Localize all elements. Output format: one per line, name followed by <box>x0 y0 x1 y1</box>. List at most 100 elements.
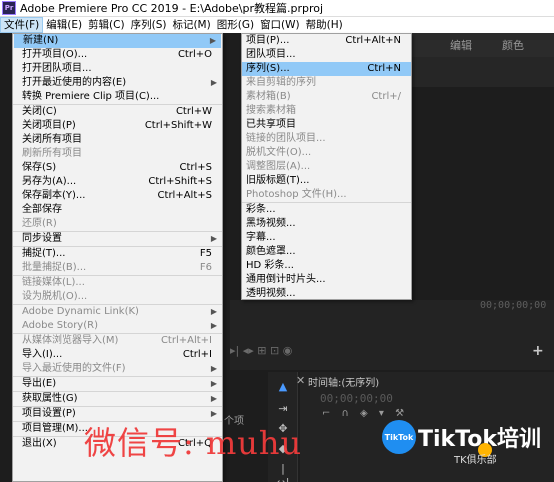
menu-item: 还原(R) <box>13 217 222 231</box>
menu-item[interactable]: 导入(I)... Ctrl+I <box>13 348 222 362</box>
track-select-tool-icon[interactable]: ⇥ <box>276 402 290 416</box>
submenu-arrow-icon: ▶ <box>210 394 217 403</box>
selection-tool-icon[interactable]: ▲ <box>276 380 290 394</box>
menu-4[interactable]: 标记(M) <box>169 17 213 33</box>
menu-item[interactable]: 序列(S)... Ctrl+N <box>242 62 411 76</box>
menu-item-label: 旧版标题(T)... <box>246 175 310 186</box>
menu-0[interactable]: 文件(F) <box>0 17 44 33</box>
file-menu: 新建(N) ▶ 打开项目(O)... Ctrl+O 打开团队项目... 打开最近使用的内容… <box>12 33 223 482</box>
menu-item[interactable]: 保存(S) Ctrl+S <box>13 161 222 175</box>
menu-item-label: Adobe Dynamic Link(K) <box>22 306 139 317</box>
transport-controls[interactable]: ▸| ◂▸ ⊞ ⊡ ◉ <box>230 344 292 357</box>
menu-item[interactable]: 已共享项目 <box>242 118 411 132</box>
submenu-arrow-icon: ▶ <box>210 234 217 243</box>
menu-item-shortcut: F6 <box>199 262 212 273</box>
menu-item-label: 已共享项目 <box>246 119 296 130</box>
menu-item: 脱机文件(O)... <box>242 146 411 160</box>
menu-item[interactable]: 同步设置 ▶ <box>13 232 222 246</box>
menu-item[interactable]: 导出(E) ▶ <box>13 377 222 391</box>
submenu-arrow-icon: ▶ <box>210 78 217 87</box>
menu-item-label: 项目管理(M)... <box>22 423 88 434</box>
menu-item[interactable]: 另存为(A)... Ctrl+Shift+S <box>13 175 222 189</box>
menu-item: 设为脱机(O)... <box>13 290 222 304</box>
menu-item-label: 同步设置 <box>22 233 62 244</box>
menu-5[interactable]: 图形(G) <box>214 17 257 33</box>
menu-item-shortcut: Ctrl+N <box>367 63 401 74</box>
submenu-arrow-icon: ▶ <box>209 36 216 45</box>
menu-item[interactable]: 转换 Premiere Clip 项目(C)... <box>13 90 222 104</box>
menu-item-shortcut: Ctrl+/ <box>371 91 401 102</box>
timeline-timecode[interactable]: 00;00;00;00 <box>320 392 393 405</box>
menu-item-shortcut: Ctrl+W <box>175 106 212 117</box>
menu-item-label: 保存副本(Y)... <box>22 190 86 201</box>
menu-item[interactable]: 透明视频... <box>242 287 411 301</box>
menu-item-label: HD 彩条... <box>246 260 294 271</box>
menu-item[interactable]: 彩条... <box>242 203 411 217</box>
menu-item-shortcut: Ctrl+I <box>182 349 212 360</box>
menu-item-label: 序列(S)... <box>246 63 290 74</box>
menu-item[interactable]: 打开团队项目... <box>13 62 222 76</box>
menu-1[interactable]: 编辑(E) <box>43 17 85 33</box>
menu-item-shortcut: Ctrl+O <box>177 49 212 60</box>
menu-2[interactable]: 剪辑(C) <box>85 17 128 33</box>
submenu-arrow-icon: ▶ <box>210 379 217 388</box>
menu-item[interactable]: 旧版标题(T)... <box>242 174 411 188</box>
menu-7[interactable]: 帮助(H) <box>303 17 346 33</box>
menu-item[interactable]: 关闭(C) Ctrl+W <box>13 105 222 119</box>
menu-item[interactable]: 新建(N) ▶ <box>14 34 221 48</box>
close-icon[interactable]: ✕ <box>296 374 305 387</box>
menu-item-label: 设为脱机(O)... <box>22 291 88 302</box>
menu-item-label: 全部保存 <box>22 204 62 215</box>
window-title: Adobe Premiere Pro CC 2019 - E:\Adobe\pr… <box>20 2 324 15</box>
menu-item[interactable]: 保存副本(Y)... Ctrl+Alt+S <box>13 189 222 203</box>
menu-item[interactable]: 项目(P)... Ctrl+Alt+N <box>242 34 411 48</box>
menu-item-label: 捕捉(T)... <box>22 248 66 259</box>
menu-item[interactable]: 字幕... <box>242 231 411 245</box>
menu-item[interactable]: 黑场视频... <box>242 217 411 231</box>
menu-item[interactable]: 团队项目... <box>242 48 411 62</box>
menu-item[interactable]: 打开项目(O)... Ctrl+O <box>13 48 222 62</box>
menu-item: 调整图层(A)... <box>242 160 411 174</box>
menu-item-label: 导入(I)... <box>22 349 63 360</box>
menu-item[interactable]: 捕捉(T)... F5 <box>13 247 222 261</box>
menu-item-label: 关闭项目(P) <box>22 120 76 131</box>
menu-item-label: 链接的团队项目... <box>246 133 326 144</box>
menu-item-label: 搜索素材箱 <box>246 105 296 116</box>
menu-item-label: 链接媒体(L)... <box>22 277 85 288</box>
menu-item-label: 保存(S) <box>22 162 57 173</box>
menu-item: Adobe Dynamic Link(K) ▶ <box>13 305 222 319</box>
program-monitor-lower: 00;00;00;00 ▸| ◂▸ ⊞ ⊡ ◉ <box>230 300 554 370</box>
menu-item-label: 批量捕捉(B)... <box>22 262 87 273</box>
menu-item-label: 新建(N) <box>23 35 59 46</box>
tab-editing[interactable]: 编辑 <box>450 37 472 53</box>
menu-item[interactable]: HD 彩条... <box>242 259 411 273</box>
menu-item[interactable]: 关闭所有项目 <box>13 133 222 147</box>
menu-item: 从媒体浏览器导入(M) Ctrl+Alt+I <box>13 334 222 348</box>
timeline-tool-icons[interactable]: ⌐ ∩ ◈ ▾ ⚒ <box>322 408 408 419</box>
menu-item: 链接的团队项目... <box>242 132 411 146</box>
menu-bar: 文件(F) 编辑(E) 剪辑(C) 序列(S) 标记(M) 图形(G) 窗口(W) 帮助(H) <box>0 17 554 33</box>
menu-item-shortcut: F5 <box>199 248 212 259</box>
menu-item[interactable]: 颜色遮罩... <box>242 245 411 259</box>
menu-item-shortcut: Ctrl+Alt+I <box>160 335 212 346</box>
menu-item-label: 还原(R) <box>22 218 57 229</box>
menu-item[interactable]: 获取属性(G) ▶ <box>13 392 222 406</box>
menu-item-shortcut: Ctrl+Alt+N <box>345 35 401 46</box>
menu-item[interactable]: 打开最近使用的内容(E) ▶ <box>13 76 222 90</box>
tab-color[interactable]: 颜色 <box>502 37 524 53</box>
program-monitor <box>412 57 554 87</box>
menu-item-label: 打开项目(O)... <box>22 49 88 60</box>
menu-item[interactable]: 通用倒计时片头... <box>242 273 411 287</box>
menu-3[interactable]: 序列(S) <box>128 17 170 33</box>
menu-item-label: 打开团队项目... <box>22 63 92 74</box>
menu-item: 链接媒体(L)... <box>13 276 222 290</box>
menu-6[interactable]: 窗口(W) <box>257 17 303 33</box>
menu-item-label: 素材箱(B) <box>246 91 291 102</box>
menu-item: 来自剪辑的序列 <box>242 76 411 90</box>
menu-item[interactable]: 全部保存 <box>13 203 222 217</box>
add-button-icon[interactable]: + <box>532 343 544 359</box>
menu-item-label: 调整图层(A)... <box>246 161 311 172</box>
slip-tool-icon[interactable]: |↔| <box>276 462 290 482</box>
menu-item-shortcut: Ctrl+S <box>179 162 212 173</box>
menu-item[interactable]: 关闭项目(P) Ctrl+Shift+W <box>13 119 222 133</box>
